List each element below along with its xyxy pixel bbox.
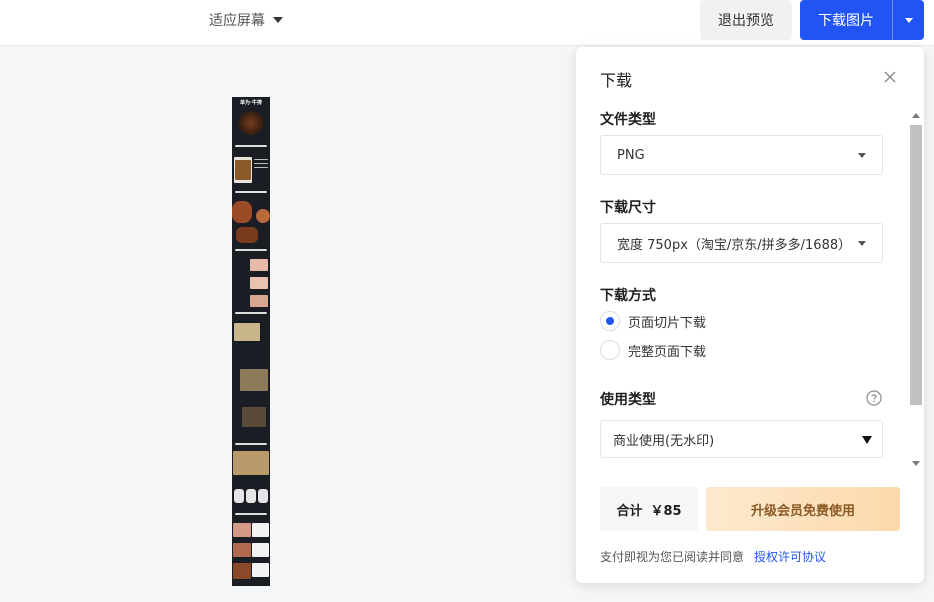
scroll-down-icon[interactable] [912,461,920,466]
radio-full-page-label: 完整页面下载 [628,344,707,360]
download-size-label: 下载尺寸 [600,200,656,216]
chevron-down-icon [858,153,866,158]
preview-block [252,563,269,577]
file-type-label: 文件类型 [600,112,656,128]
chevron-down-icon [858,241,866,246]
preview-block [235,312,267,314]
preview-block [254,167,268,168]
file-type-value: PNG [617,147,645,163]
preview-block [235,443,267,445]
preview-block [258,489,268,503]
long-page-preview[interactable]: 单为·牛排 [232,97,270,586]
preview-block [233,523,251,537]
usage-type-select[interactable]: 商业使用(无水印) [600,420,883,458]
preview-block [235,191,267,193]
preview-block [235,513,267,515]
chevron-down-icon [904,17,913,23]
download-size-value: 宽度 750px（淘宝/京东/拼多多/1688） [617,237,852,253]
total-label: 合计 [616,503,643,519]
radio-checked-icon[interactable] [600,311,620,331]
preview-block [242,407,266,427]
radio-full-page-download[interactable]: 完整页面下载 [600,340,706,360]
agreement-text: 支付即视为您已阅读并同意 [600,550,745,564]
chevron-down-icon [273,17,283,23]
scroll-up-icon[interactable] [912,113,920,118]
preview-title: 单为·牛排 [240,100,262,106]
total-amount: ￥85 [650,503,682,519]
fit-screen-label: 适应屏幕 [209,13,265,29]
preview-block [254,159,268,160]
download-image-split-button: 下载图片 [800,0,924,40]
upgrade-member-button[interactable]: 升级会员免费使用 [706,487,900,531]
preview-block [234,489,244,503]
preview-block [233,563,251,579]
panel-scroll-area[interactable]: 文件类型 PNG 下载尺寸 宽度 750px（淘宝/京东/拼多多/1688） 下… [576,107,924,517]
download-mode-label: 下载方式 [600,288,656,304]
chevron-down-icon [862,436,872,444]
radio-slice-download[interactable]: 页面切片下载 [600,311,706,331]
help-icon[interactable] [866,390,882,406]
total-price: 合计 ￥85 [600,487,698,531]
preview-block [236,227,258,243]
preview-block [235,145,267,147]
preview-block [250,259,268,271]
fit-screen-dropdown[interactable]: 适应屏幕 [209,9,283,31]
license-agreement-link[interactable]: 授权许可协议 [754,548,826,565]
preview-block [250,277,268,289]
panel-title: 下载 [600,71,633,90]
preview-block [256,209,270,223]
radio-slice-label: 页面切片下载 [628,315,707,331]
file-type-select[interactable]: PNG [600,135,883,175]
preview-block [252,543,269,557]
exit-preview-button[interactable]: 退出预览 [700,0,792,40]
preview-block [235,160,251,180]
scrollbar-thumb[interactable] [910,125,922,405]
download-size-select[interactable]: 宽度 750px（淘宝/京东/拼多多/1688） [600,223,883,263]
preview-block [240,369,268,391]
preview-block [233,543,251,557]
usage-type-label: 使用类型 [600,392,656,408]
preview-block [252,523,269,537]
usage-type-value: 商业使用(无水印) [613,433,715,449]
preview-block [234,323,260,341]
download-panel: 下载 文件类型 PNG 下载尺寸 宽度 750px（淘宝/京东/拼多多/1688… [576,47,924,583]
preview-block [232,201,252,223]
close-icon[interactable] [882,69,898,85]
preview-block [246,489,256,503]
preview-block [235,249,267,251]
top-toolbar: 适应屏幕 退出预览 下载图片 [0,0,934,46]
agreement-note: 支付即视为您已阅读并同意 授权许可协议 [600,548,826,565]
preview-block [233,451,269,475]
preview-hero-image [239,111,263,135]
preview-block [250,295,268,307]
download-options-toggle[interactable] [892,0,924,40]
radio-unchecked-icon[interactable] [600,340,620,360]
download-image-button[interactable]: 下载图片 [800,0,892,40]
preview-block [254,163,268,164]
